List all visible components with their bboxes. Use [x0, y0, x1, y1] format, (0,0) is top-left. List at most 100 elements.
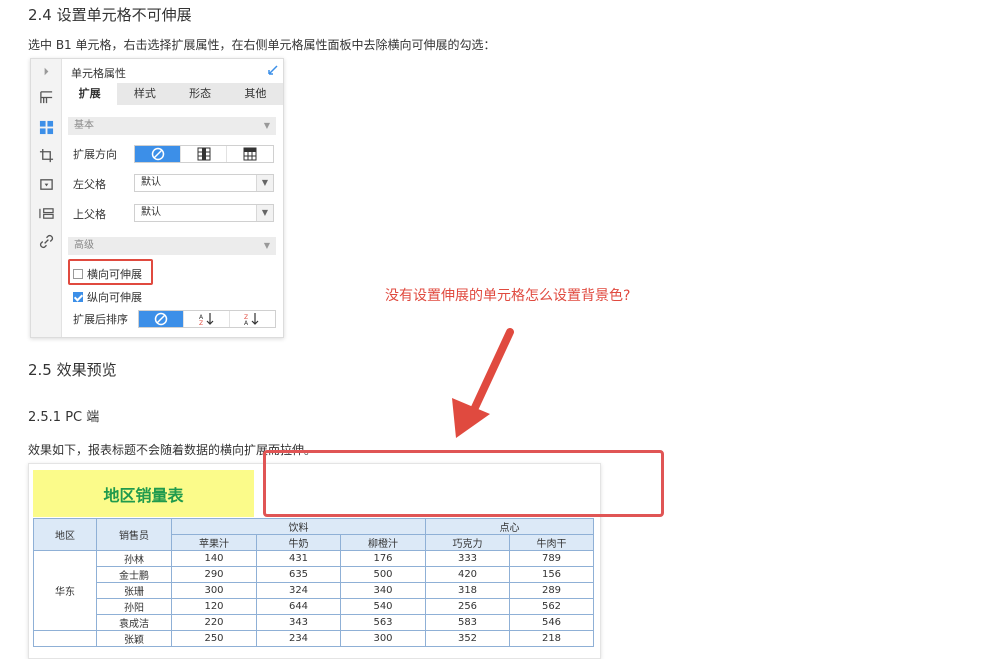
- heading-2-5: 2.5 效果预览: [28, 361, 117, 379]
- tab-other[interactable]: 其他: [228, 83, 283, 105]
- chevron-down-icon: ▼: [263, 121, 270, 130]
- annotation-arrow-icon: [452, 328, 514, 438]
- value-cell: 583: [425, 614, 510, 631]
- header-product: 牛肉干: [509, 534, 594, 551]
- panel-tabs: 扩展 样式 形态 其他: [62, 83, 283, 105]
- chevron-down-icon: ▼: [263, 241, 270, 250]
- region-cell: [33, 630, 97, 647]
- value-cell: 318: [425, 582, 510, 599]
- annotation-highlight-rect: [263, 450, 664, 517]
- table-row: 袁成洁 220 343 563 583 546: [34, 614, 594, 631]
- value-cell: 333: [425, 550, 510, 567]
- value-cell: 324: [256, 582, 341, 599]
- header-snacks: 点心: [425, 518, 594, 535]
- sort-descending-option[interactable]: ZA: [230, 311, 275, 327]
- left-parent-select[interactable]: 默认 ▼: [134, 174, 274, 192]
- layout-icon[interactable]: [38, 89, 54, 105]
- header-product: 巧克力: [425, 534, 510, 551]
- paragraph-2-4: 选中 B1 单元格，右击选择扩展属性，在右侧单元格属性面板中去除横向可伸展的勾选…: [28, 38, 496, 52]
- value-cell: 156: [509, 566, 594, 583]
- vertical-stretch-option[interactable]: 纵向可伸展: [73, 289, 142, 305]
- widget-icon[interactable]: [38, 176, 54, 192]
- style-list-icon[interactable]: [38, 205, 54, 221]
- panel-resize-icon[interactable]: [267, 64, 279, 76]
- vertical-expand-option[interactable]: [181, 146, 227, 162]
- header-region: 地区: [33, 518, 97, 551]
- table-row: 孙阳 120 644 540 256 562: [34, 598, 594, 615]
- tab-form[interactable]: 形态: [173, 83, 228, 105]
- chevron-down-icon: ▼: [256, 175, 273, 191]
- header-product: 苹果汁: [171, 534, 257, 551]
- sort-descending-icon: ZA: [244, 313, 259, 326]
- expand-direction-toggle: [134, 145, 274, 163]
- value-cell: 250: [171, 630, 257, 647]
- top-parent-label: 上父格: [73, 208, 106, 221]
- value-cell: 540: [340, 598, 426, 615]
- salesperson-cell: 张颖: [96, 630, 172, 647]
- prohibit-icon: [154, 312, 168, 326]
- value-cell: 300: [171, 582, 257, 599]
- horizontal-expand-option[interactable]: [227, 146, 273, 162]
- table-row: 华东 孙林 140 431 176 333 789: [33, 550, 594, 631]
- value-cell: 562: [509, 598, 594, 615]
- value-cell: 343: [256, 614, 341, 631]
- value-cell: 563: [340, 614, 426, 631]
- no-sort-option[interactable]: [139, 311, 185, 327]
- cell-expand-icon[interactable]: [38, 119, 54, 135]
- value-cell: 220: [171, 614, 257, 631]
- header-drinks: 饮料: [171, 518, 426, 535]
- value-cell: 218: [509, 630, 594, 647]
- left-parent-value: 默认: [141, 177, 161, 188]
- top-parent-value: 默认: [141, 207, 161, 218]
- value-cell: 289: [509, 582, 594, 599]
- section-basic[interactable]: 基本 ▼: [68, 117, 276, 135]
- heading-2-5-1: 2.5.1 PC 端: [28, 410, 100, 425]
- salesperson-cell: 袁成洁: [96, 614, 172, 631]
- horizontal-expand-icon: [243, 147, 257, 161]
- value-cell: 176: [340, 550, 426, 567]
- salesperson-cell: 张珊: [96, 582, 172, 599]
- section-basic-label: 基本: [74, 120, 94, 131]
- value-cell: 352: [425, 630, 510, 647]
- expand-direction-label: 扩展方向: [73, 148, 117, 161]
- svg-text:A: A: [244, 320, 249, 326]
- table-row: 张珊 300 324 340 318 289: [34, 582, 594, 599]
- prohibit-icon: [151, 147, 164, 161]
- sort-toggle: AZ ZA: [138, 310, 276, 328]
- value-cell: 431: [256, 550, 341, 567]
- sort-after-expand-label: 扩展后排序: [73, 313, 128, 326]
- value-cell: 234: [256, 630, 341, 647]
- top-parent-select[interactable]: 默认 ▼: [134, 204, 274, 222]
- header-product: 牛奶: [256, 534, 341, 551]
- tab-style[interactable]: 样式: [117, 83, 172, 105]
- value-cell: 644: [256, 598, 341, 615]
- value-cell: 420: [425, 566, 510, 583]
- highlight-box: [68, 259, 153, 285]
- report-title: 地区销量表: [33, 470, 254, 517]
- value-cell: 300: [340, 630, 426, 647]
- svg-text:Z: Z: [199, 320, 203, 326]
- table-row: 金士鹏 290 635 500 420 156: [34, 566, 594, 583]
- value-cell: 500: [340, 566, 426, 583]
- salesperson-cell: 金士鹏: [96, 566, 172, 583]
- section-advanced[interactable]: 高级 ▼: [68, 237, 276, 255]
- sort-ascending-option[interactable]: AZ: [184, 311, 230, 327]
- value-cell: 546: [509, 614, 594, 631]
- tab-expand[interactable]: 扩展: [62, 83, 118, 105]
- table-row: 张颖 250 234 300 352 218: [33, 630, 594, 647]
- value-cell: 120: [171, 598, 257, 615]
- no-expand-option[interactable]: [135, 146, 181, 162]
- header-salesperson: 销售员: [96, 518, 172, 551]
- collapse-arrow-icon[interactable]: [38, 63, 54, 79]
- panel-title: 单元格属性: [71, 67, 126, 80]
- annotation-question: 没有设置伸展的单元格怎么设置背景色?: [385, 288, 631, 304]
- salesperson-cell: 孙林: [96, 550, 172, 567]
- sort-ascending-icon: AZ: [199, 313, 213, 326]
- link-icon[interactable]: [38, 233, 54, 249]
- salesperson-cell: 孙阳: [96, 598, 172, 615]
- vertical-stretch-checkbox[interactable]: [73, 292, 83, 302]
- chevron-down-icon: ▼: [256, 205, 273, 221]
- crop-icon[interactable]: [38, 147, 54, 163]
- report-table: 地区 销售员 饮料 点心 苹果汁 牛奶 柳橙汁 巧克力 牛肉干 华东 孙林 14…: [33, 518, 594, 647]
- cell-property-panel: 单元格属性 扩展 样式 形态 其他 基本 ▼ 扩展方向 左父格 默认 ▼ 上父格…: [30, 58, 284, 338]
